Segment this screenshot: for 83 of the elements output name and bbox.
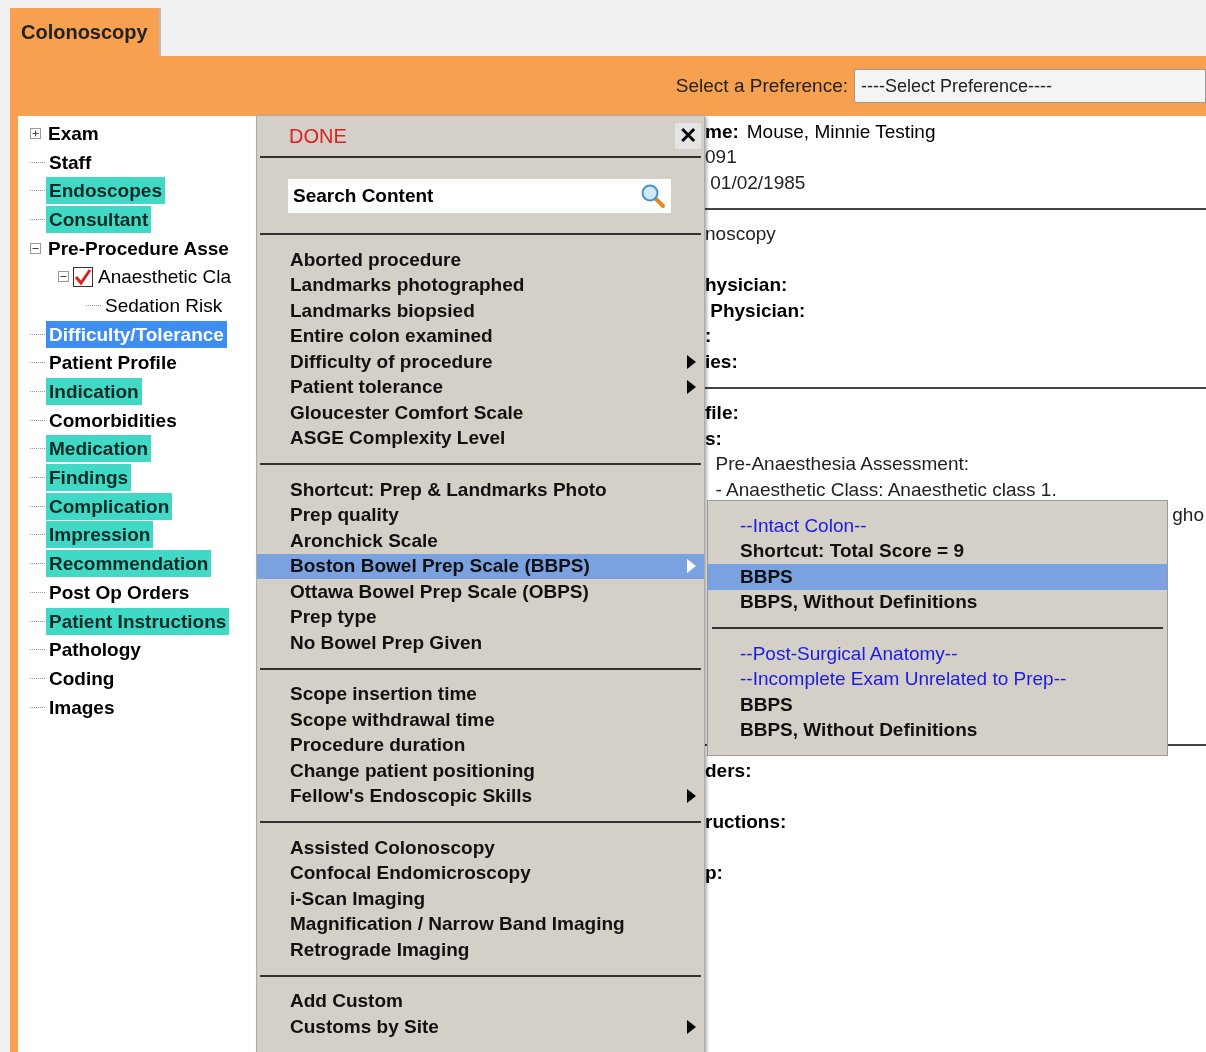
menu-item[interactable]: Add Custom [257, 988, 704, 1014]
submenu-heading: --Incomplete Exam Unrelated to Prep-- [739, 667, 1068, 691]
menu-item[interactable]: Aborted procedure [257, 247, 704, 273]
checkbox[interactable] [73, 266, 93, 287]
tab[interactable]: Colonoscopy [10, 8, 161, 56]
menu-item[interactable]: Boston Bowel Prep Scale (BBPS) [257, 553, 704, 579]
section-label: p: [705, 860, 723, 885]
menu-item[interactable]: Difficulty of procedure [257, 349, 704, 375]
submenu-item[interactable]: BBPS, Without Definitions [708, 589, 1167, 615]
menu-item[interactable]: Fellow's Endoscopic Skills [257, 783, 704, 809]
menu-item[interactable]: Shortcut: Prep & Landmarks Photo [257, 477, 704, 503]
menu-item[interactable]: Scope withdrawal time [257, 707, 704, 733]
menu-item[interactable]: i-Scan Imaging [257, 886, 704, 912]
tree-item[interactable]: Anaesthetic Cla [95, 263, 235, 291]
tree-item[interactable]: Impression [46, 521, 154, 549]
menu-item[interactable]: ASGE Complexity Level [257, 425, 704, 451]
menu-item[interactable]: Prep type [257, 604, 704, 630]
section-label: s: [705, 426, 722, 451]
collapse-icon[interactable] [58, 271, 69, 283]
close-button[interactable]: ✕ [675, 123, 701, 149]
tree-item[interactable]: Indication [46, 378, 142, 406]
menu-item[interactable]: Ottawa Bowel Prep Scale (OBPS) [257, 579, 704, 605]
menu-item[interactable]: No Bowel Prep Given [257, 630, 704, 656]
section-label: : [705, 324, 712, 348]
menu-item[interactable]: Magnification / Narrow Band Imaging [257, 911, 704, 937]
submenu-item[interactable]: BBPS [708, 692, 1167, 718]
tree-item[interactable]: Complication [46, 492, 173, 520]
search-icon [640, 182, 666, 209]
section-label: Physician: [709, 298, 806, 323]
menu-item[interactable]: Confocal Endomicroscopy [257, 860, 704, 886]
tree-item[interactable]: Endoscopes [46, 177, 165, 205]
menu-item[interactable]: Gloucester Comfort Scale [257, 400, 704, 426]
tree-item[interactable]: Post Op Orders [46, 578, 193, 606]
tree-item[interactable]: Pathology [46, 636, 144, 664]
record-text: Pre-Anaesthesia Assessment: [714, 452, 969, 476]
menu-item[interactable]: Scope insertion time [257, 681, 704, 707]
section-label: ders: [705, 758, 752, 783]
tree-item[interactable]: Images [46, 693, 118, 721]
tree-item[interactable]: Coding [46, 664, 118, 692]
menu-item[interactable]: Procedure duration [257, 732, 704, 758]
tree-item[interactable]: Pre-Procedure Asse [45, 234, 232, 262]
record-text: 01/02/1985 [709, 170, 806, 195]
field-label: me: [705, 119, 739, 144]
collapse-icon[interactable] [30, 242, 41, 254]
tree-item[interactable]: Consultant [46, 205, 152, 233]
menu-item[interactable]: Landmarks biopsied [257, 298, 704, 324]
tree-item[interactable]: Recommendation [46, 550, 212, 578]
preference-label: Select a Preference: [675, 73, 848, 98]
check-icon [74, 267, 92, 286]
menu-item[interactable]: Retrograde Imaging [257, 937, 704, 963]
submenu-item[interactable]: Shortcut: Total Score = 9 [708, 538, 1167, 564]
menu-item[interactable]: Entire colon examined [257, 323, 704, 349]
record-text: noscopy [705, 222, 776, 246]
tree-item[interactable]: Sedation Risk [102, 291, 226, 319]
record-text: - Anaesthetic Class: Anaesthetic class 1. [714, 477, 1057, 502]
section-label: ies: [705, 349, 738, 374]
menu-item[interactable]: Assisted Colonoscopy [257, 835, 704, 861]
search-field[interactable]: Search Content [288, 178, 671, 213]
tree-item[interactable]: Patient Profile [46, 349, 180, 377]
menu-item[interactable]: Aronchick Scale [257, 528, 704, 554]
tree-item[interactable]: Findings [46, 464, 132, 492]
expand-icon[interactable] [30, 127, 41, 139]
tree-item[interactable]: Comorbidities [46, 406, 180, 434]
field-value: Mouse, Minnie Testing [746, 119, 936, 144]
submenu-item[interactable]: BBPS [708, 564, 1167, 590]
submenu-heading: --Post-Surgical Anatomy-- [739, 641, 959, 666]
record-text: 091 [705, 145, 737, 169]
preference-select[interactable]: ----Select Preference---- [854, 69, 1206, 103]
menu-item[interactable]: Prep quality [257, 502, 704, 528]
record-text: gho [1172, 503, 1204, 527]
tree-item[interactable]: Medication [46, 435, 152, 463]
menu-item[interactable]: Customs by Site [257, 1014, 704, 1040]
submenu-item[interactable]: BBPS, Without Definitions [708, 717, 1167, 743]
menu-item[interactable]: Landmarks photographed [257, 272, 704, 298]
tree-item[interactable]: Exam [45, 119, 102, 147]
submenu-heading: --Intact Colon-- [739, 513, 868, 538]
menu-item[interactable]: Change patient positioning [257, 758, 704, 784]
section-label: hysician: [705, 273, 788, 297]
tree-item[interactable]: Patient Instructions [46, 607, 230, 635]
section-label: file: [705, 401, 739, 425]
tree-item[interactable]: Staff [46, 148, 95, 176]
section-label: ructions: [705, 809, 787, 834]
menu-item[interactable]: Patient tolerance [257, 374, 704, 400]
